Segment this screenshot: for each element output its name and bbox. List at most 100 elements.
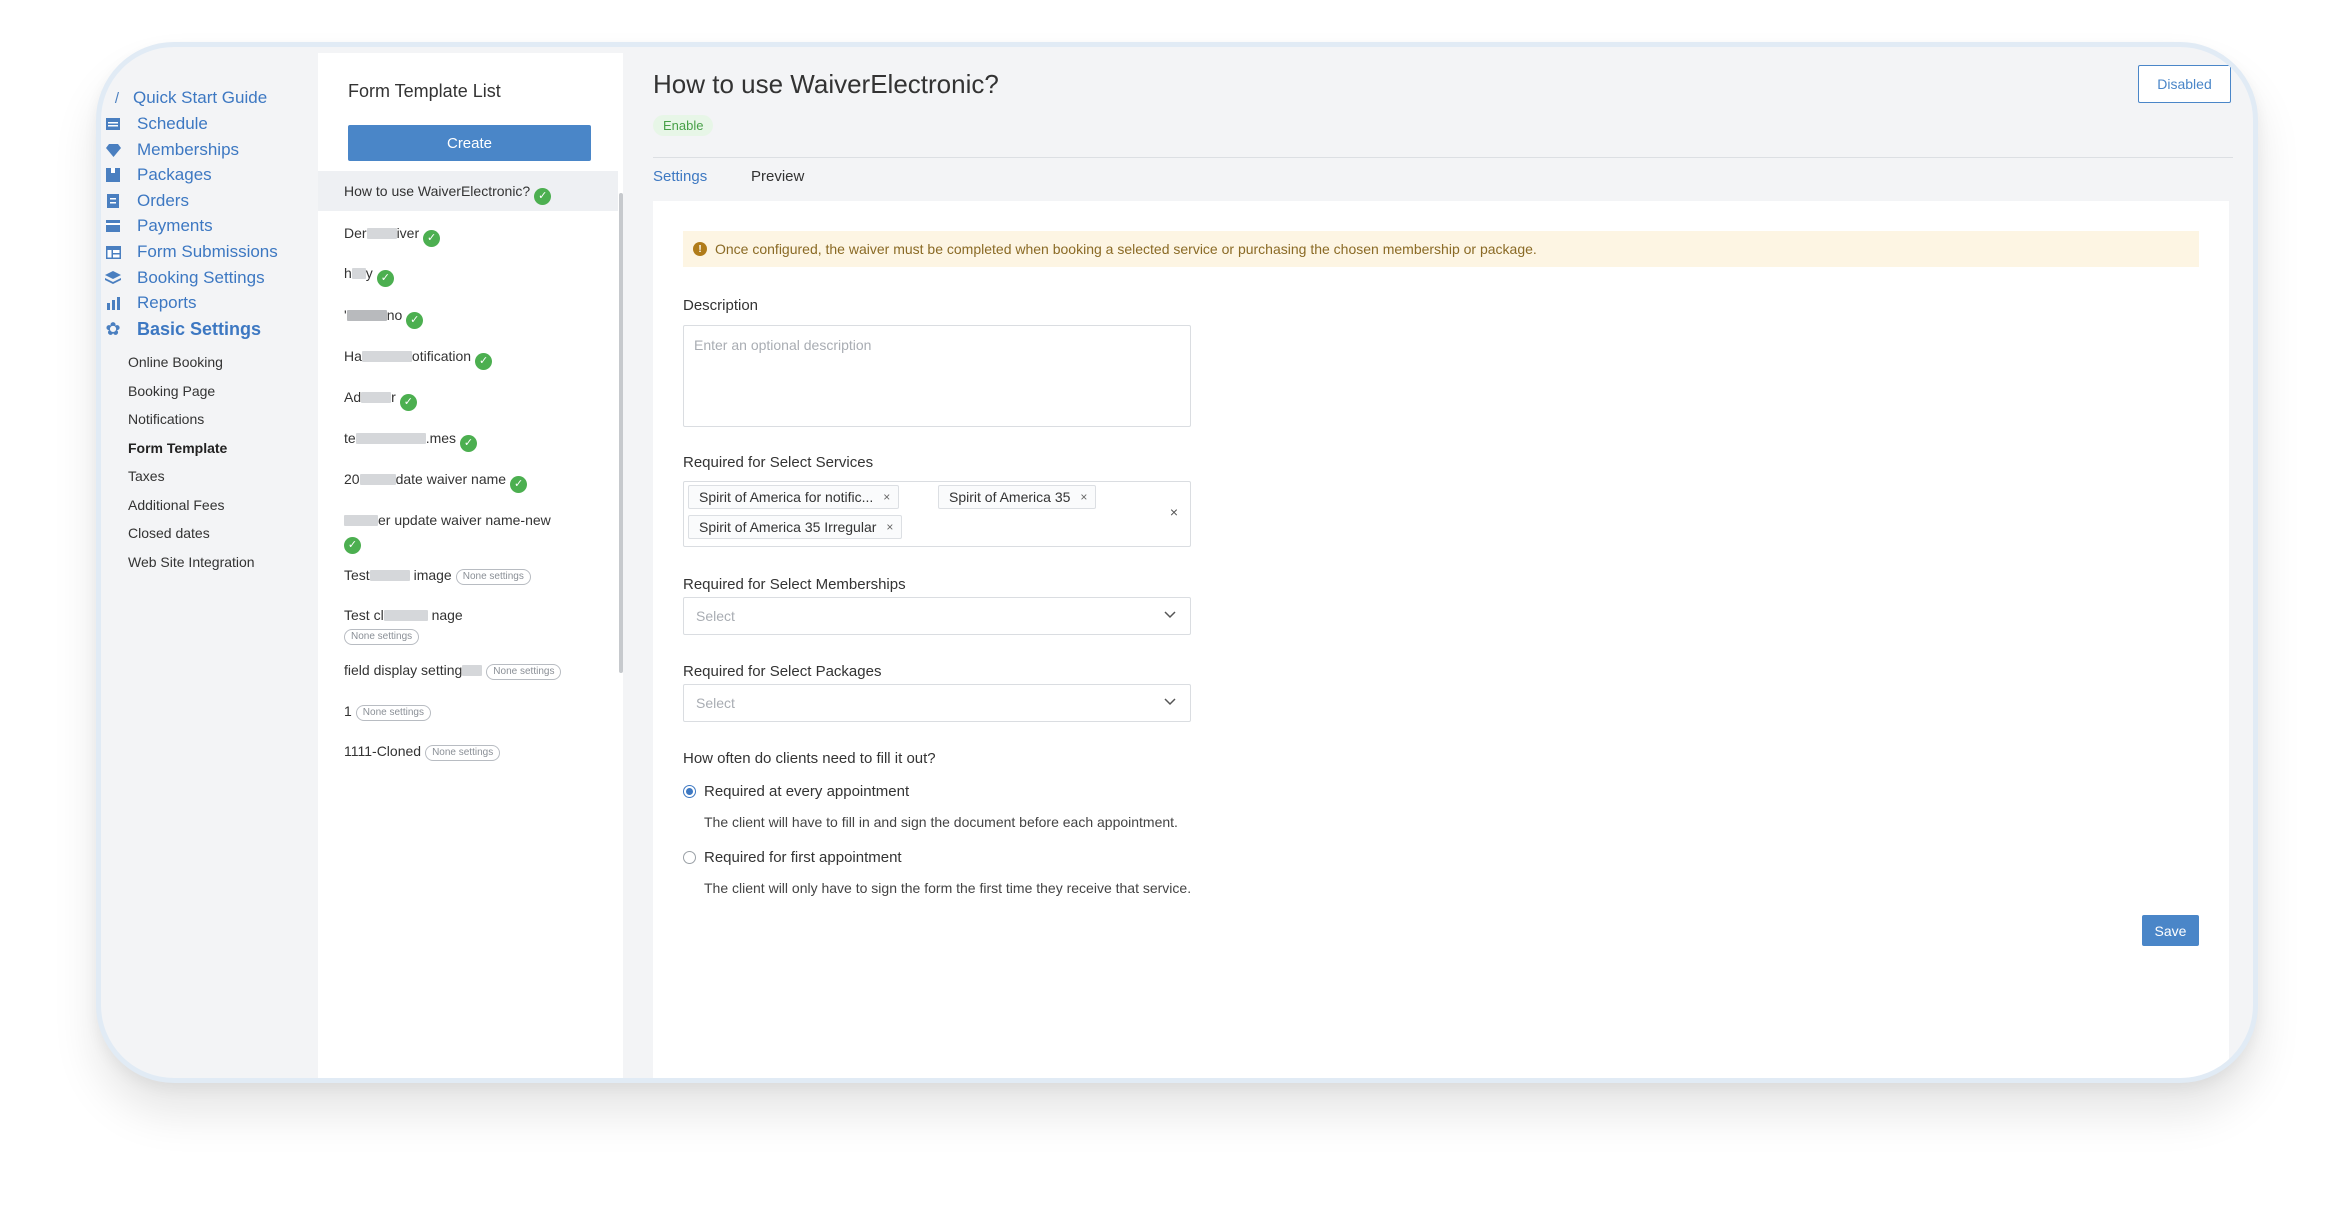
check-icon: ✓ [376,269,394,287]
nav-label: Booking Settings [137,268,265,287]
remove-tag-icon[interactable]: × [886,520,893,534]
template-item[interactable]: Der iver ✓ [318,223,618,247]
settings-card: ! Once configured, the waiver must be co… [653,201,2229,1078]
remove-tag-icon[interactable]: × [883,490,890,504]
services-label: Required for Select Services [683,454,874,471]
template-item[interactable]: field display setting None settings [318,660,618,680]
package-icon [103,165,123,185]
disable-toggle-button[interactable]: Disabled [2138,65,2231,103]
memberships-label: Required for Select Memberships [683,576,906,593]
create-template-button[interactable]: Create [348,125,591,161]
subnav-closed-dates[interactable]: Closed dates [128,525,210,541]
memberships-select[interactable]: Select [683,597,1191,635]
chevron-down-icon [1164,607,1176,622]
select-placeholder: Select [696,695,735,711]
divider [653,157,2233,158]
packages-label: Required for Select Packages [683,663,882,680]
template-item[interactable]: Ad r ✓ [318,387,618,411]
bar-chart-icon [103,293,123,313]
select-placeholder: Select [696,608,735,624]
save-button[interactable]: Save [2142,915,2199,946]
notice-text: Once configured, the waiver must be comp… [715,241,1537,257]
service-tag: Spirit of America 35 × [938,485,1097,509]
check-icon: ✓ [423,229,441,247]
service-tag-label: Spirit of America 35 Irregular [699,519,877,535]
app-window: / Quick Start Guide Schedule Memberships… [96,42,2258,1083]
subnav-additional-fees[interactable]: Additional Fees [128,497,225,513]
chevron-down-icon [1164,694,1176,709]
radio-first-appointment[interactable]: Required for first appointment [683,849,902,866]
description-label: Description [683,297,759,314]
template-item[interactable]: Test cl nage None settings [318,605,618,645]
template-name-part: nage [431,607,463,623]
template-name-part: r [391,389,396,405]
service-tag-label: Spirit of America for notific... [699,489,874,505]
packages-select[interactable]: Select [683,684,1191,722]
template-item[interactable]: 20 date waiver name ✓ [318,469,618,493]
subnav-notifications[interactable]: Notifications [128,411,204,427]
card-icon [103,216,123,236]
radio-description: The client will only have to sign the fo… [704,880,1192,896]
redacted-text [383,610,428,621]
check-icon: ✓ [344,536,361,554]
diamond-icon [103,140,123,160]
template-item[interactable]: er update waiver name-new ✓ [318,510,618,554]
subnav-taxes[interactable]: Taxes [128,468,165,484]
service-tag-label: Spirit of America 35 [949,489,1071,505]
status-badge: Enable [653,115,714,136]
clear-all-icon[interactable]: × [1170,504,1178,520]
template-item[interactable]: te .mes ✓ [318,428,618,452]
template-item[interactable]: 1111-Cloned None settings [318,741,618,761]
calendar-icon [103,114,123,134]
template-name-part: y [365,265,373,281]
template-name-part: 1 [344,703,352,719]
description-input[interactable] [683,325,1191,427]
radio-button[interactable] [683,785,696,798]
tab-settings[interactable]: Settings [653,168,707,185]
services-select[interactable]: Spirit of America for notific... × Spirit… [683,481,1191,547]
check-icon: ✓ [475,352,493,370]
orders-icon [103,191,123,211]
redacted-text [355,433,426,444]
template-item[interactable]: Test image None settings [318,565,618,585]
template-item[interactable]: ' no ✓ [318,305,618,329]
subnav-online-booking[interactable]: Online Booking [128,354,223,370]
template-name-part: .mes [425,430,457,446]
radio-label: Required at every appointment [704,783,910,800]
template-item[interactable]: How to use WaiverElectronic? ✓ [318,171,618,211]
template-name-part: iver [396,225,420,241]
subnav-form-template[interactable]: Form Template [128,440,227,456]
template-name-part: otification [411,348,472,364]
template-name-part: Ha [344,348,362,364]
tab-preview[interactable]: Preview [751,168,804,185]
check-icon: ✓ [460,434,478,452]
radio-description: The client will have to fill in and sign… [704,814,1178,830]
none-settings-badge: None settings [355,705,431,721]
template-name: How to use WaiverElectronic? [344,183,531,199]
redacted-text [462,665,483,676]
page-title: How to use WaiverElectronic? [653,69,999,99]
gear-icon: ✿ [105,318,121,339]
template-list-title: Form Template List [348,81,501,101]
nav-label: Reports [137,293,197,312]
layers-icon [103,268,123,288]
nav-label: Memberships [137,140,240,159]
redacted-text [351,268,366,279]
template-item[interactable]: h y ✓ [318,263,618,287]
nav-label: Quick Start Guide [133,88,268,107]
template-name-part: Test [344,567,370,583]
template-item[interactable]: Ha otification ✓ [318,346,618,370]
subnav-booking-page[interactable]: Booking Page [128,383,215,399]
frequency-label: How often do clients need to fill it out… [683,750,936,767]
radio-every-appointment[interactable]: Required at every appointment [683,783,909,800]
template-item[interactable]: 1 None settings [318,701,618,721]
radio-button[interactable] [683,851,696,864]
subnav-web-site-integration[interactable]: Web Site Integration [128,554,255,570]
nav-item-basic-settings[interactable]: ✿ Basic Settings [101,314,261,344]
service-tag: Spirit of America 35 Irregular × [688,515,903,539]
template-name: 1111-Cloned [344,743,422,759]
remove-tag-icon[interactable]: × [1080,490,1087,504]
template-name-part: h [344,265,352,281]
template-name-part: Test cl [344,607,384,623]
nav-label: Packages [137,165,212,184]
